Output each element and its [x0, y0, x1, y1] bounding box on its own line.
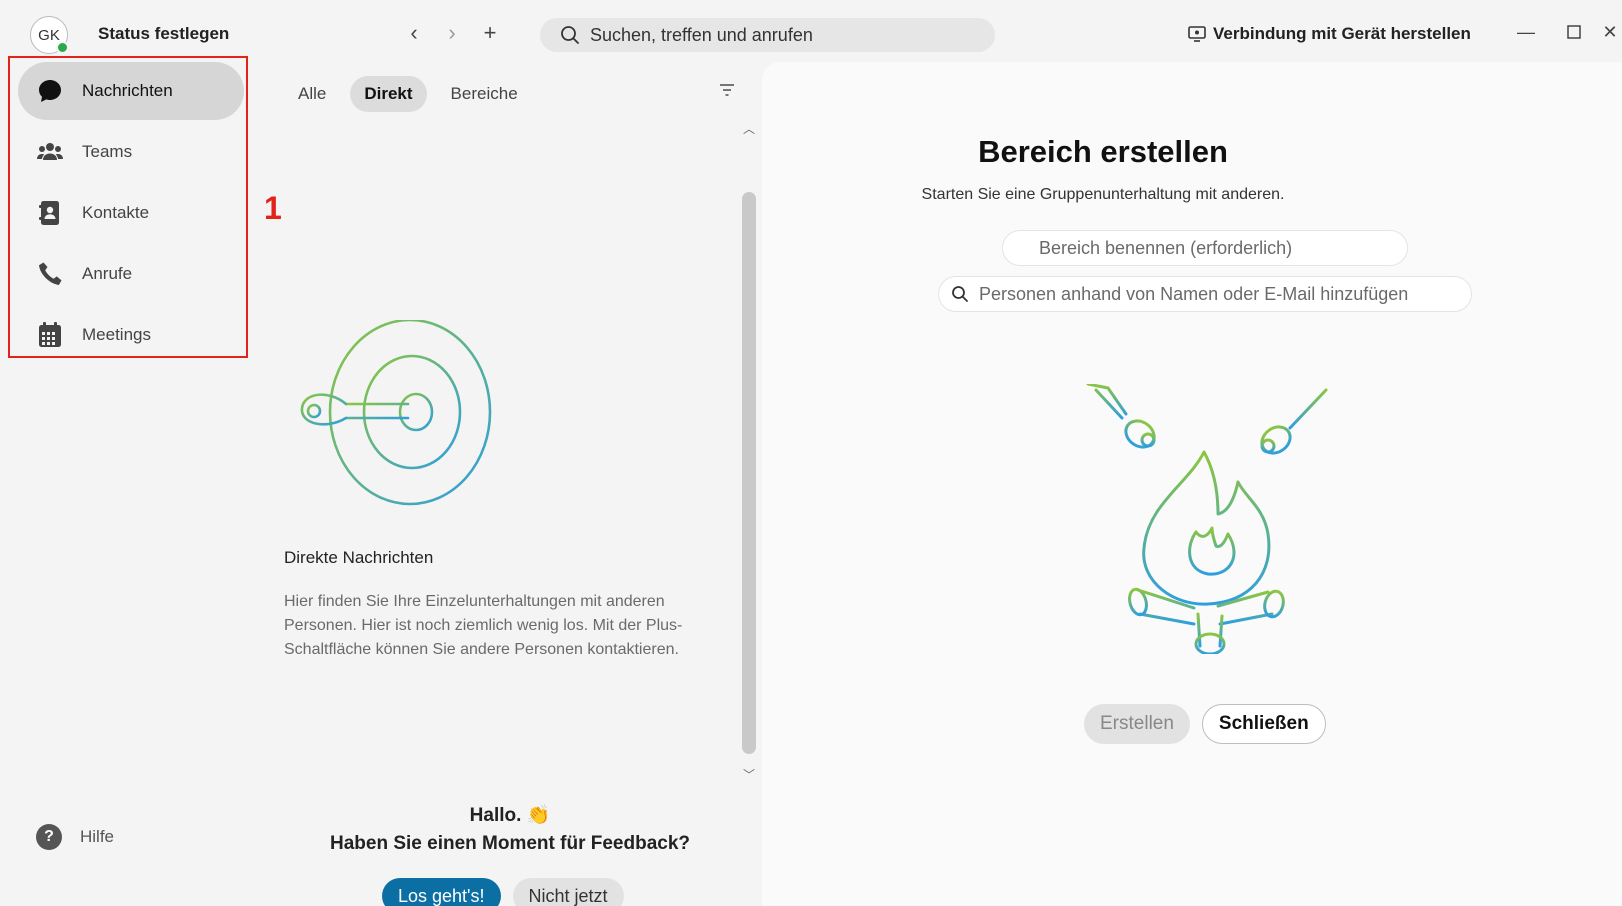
feedback-buttons: Los geht's! Nicht jetzt [382, 878, 624, 906]
scroll-up-icon[interactable]: ︿ [742, 120, 756, 136]
presence-indicator [56, 41, 69, 54]
avatar-initials: GK [38, 26, 60, 44]
add-people-field[interactable] [938, 276, 1472, 312]
plus-icon[interactable]: + [476, 18, 504, 48]
annotation-number: 1 [264, 190, 282, 226]
tab-direkt[interactable]: Direkt [350, 76, 427, 112]
page-subtitle: Starten Sie eine Gruppenunterhaltung mit… [921, 186, 1285, 203]
add-people-input[interactable] [979, 283, 1459, 305]
message-filter-tabs: Alle Direkt Bereiche [284, 76, 542, 112]
connect-device-label: Verbindung mit Gerät herstellen [1213, 24, 1471, 43]
search-icon [952, 286, 968, 302]
scrollbar-thumb[interactable] [742, 192, 756, 754]
feedback-yes-button[interactable]: Los geht's! [382, 878, 501, 906]
empty-state-title: Direkte Nachrichten [284, 548, 434, 567]
help-icon: ? [36, 824, 62, 850]
status-set-button[interactable]: Status festlegen [98, 24, 229, 44]
search-bar[interactable]: Suchen, treffen und anrufen [540, 18, 995, 52]
space-name-input[interactable] [1002, 230, 1408, 266]
avatar[interactable]: GK [30, 16, 69, 54]
empty-state-description: Hier finden Sie Ihre Einzelunterhaltunge… [284, 593, 683, 658]
search-icon [561, 26, 579, 44]
close-icon[interactable]: ✕ [1596, 18, 1622, 46]
help-label: Hilfe [80, 827, 115, 846]
campfire-illustration [1086, 384, 1328, 654]
create-button[interactable]: Erstellen [1084, 704, 1190, 744]
minimize-icon[interactable]: — [1512, 18, 1540, 46]
help-button[interactable]: ? Hilfe [36, 824, 114, 850]
page-title: Bereich erstellen [978, 134, 1228, 169]
close-button[interactable]: Schließen [1201, 704, 1326, 744]
create-space-panel: Bereich erstellen Starten Sie eine Grupp… [762, 62, 1622, 906]
feedback-question: Haben Sie einen Moment für Feedback? [329, 833, 691, 854]
tab-alle[interactable]: Alle [284, 76, 340, 112]
search-placeholder: Suchen, treffen und anrufen [590, 24, 813, 45]
back-arrow-icon[interactable]: ‹ [400, 18, 428, 48]
feedback-no-button[interactable]: Nicht jetzt [512, 878, 624, 906]
create-space-actions: Erstellen Schließen [1084, 704, 1326, 744]
feedback-prompt: Hallo. 👏 Haben Sie einen Moment für Feed… [290, 802, 730, 858]
scroll-down-icon[interactable]: ﹀ [742, 766, 756, 782]
connect-device-button[interactable]: Verbindung mit Gerät herstellen [1188, 24, 1471, 44]
tab-bereiche[interactable]: Bereiche [437, 76, 532, 112]
maximize-icon[interactable] [1560, 18, 1588, 46]
webex-app-window: GK Status festlegen ‹ › + Suchen, treffe… [0, 0, 1622, 906]
filter-icon[interactable] [718, 82, 742, 106]
feedback-greeting: Hallo. 👏 [469, 805, 551, 826]
annotation-highlight-box [8, 56, 248, 358]
device-icon [1188, 26, 1206, 42]
title-bar: GK Status festlegen ‹ › + Suchen, treffe… [0, 0, 1622, 62]
target-illustration [300, 320, 492, 506]
list-scrollbar[interactable]: ︿ ﹀ [740, 120, 758, 782]
forward-arrow-icon[interactable]: › [438, 18, 466, 48]
